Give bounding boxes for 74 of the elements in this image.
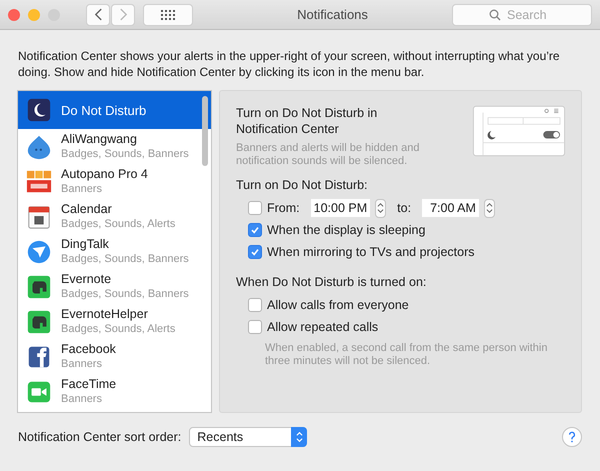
app-name: Facebook [61,342,116,356]
app-list-item[interactable]: Autopano Pro 4 Banners [18,164,211,199]
alert-types: Badges, Sounds, Banners [61,252,189,266]
window-title: Notifications [296,7,369,22]
blob-icon [26,134,52,160]
option-label: Allow repeated calls [267,320,378,334]
alert-types: Badges, Sounds, Alerts [61,216,176,232]
stepper[interactable] [375,198,386,218]
grid-icon [161,10,175,20]
up-down-arrows-icon [486,202,493,214]
alert-types: Badges, Sounds, Banners [61,286,189,302]
checkbox[interactable] [248,201,262,215]
alert-types: Badges, Sounds, Banners [61,146,189,162]
alert-types: Badges, Sounds, Alerts [61,322,176,336]
alert-types: Banners [61,182,103,196]
app-list-item[interactable]: Evernote Badges, Sounds, Banners [18,269,211,304]
option-label: From: [267,201,300,215]
section-label: Turn on Do Not Disturb: [236,178,369,192]
stepper[interactable] [484,198,495,218]
sort-order-dropdown[interactable]: Recents [189,427,308,447]
start-time-field[interactable]: 10:00 PM [310,199,370,217]
app-name: AliWangwang [61,132,138,146]
question-mark-icon [568,431,576,443]
checkbox[interactable] [248,320,262,334]
up-down-arrows-icon [296,431,303,443]
paper-plane-icon [26,238,52,264]
app-name: FaceTime [61,376,116,392]
option-label: When the display is sleeping [267,223,426,237]
option-label: to: [397,201,412,215]
calendar-icon [26,204,52,230]
search-field[interactable]: Search [452,4,592,26]
checkbox[interactable] [248,298,262,312]
checkmark-icon [250,247,260,257]
scrollbar[interactable] [202,96,208,166]
app-name: Autopano Pro 4 [61,166,148,182]
option-label: When mirroring to TVs and projectors [267,245,474,259]
back-button[interactable] [86,4,110,26]
show-all-button[interactable] [143,4,193,26]
search-icon [489,8,501,20]
app-name: Do Not Disturb [61,102,146,118]
section-heading: Turn on Do Not Disturb in Notification Center [236,105,378,137]
help-button[interactable] [562,427,582,447]
section-label: When Do Not Disturb is turned on: [236,275,428,289]
moon-icon [26,97,52,123]
minimize-button[interactable] [28,8,40,20]
description-text: Notification Center shows your alerts in the upper-right of your screen, without interrupting what you’re doing. Show and hide Notification Center by clicking its icon in the menu bar. [18,48,561,80]
app-name: EvernoteHelper [61,306,149,322]
app-name: DingTalk [61,236,110,252]
app-list-item[interactable]: DingTalk Badges, Sounds, Banners [18,234,211,269]
app-list-item[interactable]: FaceTime Banners [18,374,211,409]
hint-text: When enabled, a second call from the same person within three minutes will not be silenced. [264,342,548,368]
elephant-icon [26,274,52,300]
hint-text: Banners and alerts will be hidden and notification sounds will be silenced. [236,142,420,168]
chevron-left-icon [94,8,102,21]
chevron-right-icon [118,8,128,21]
checkbox[interactable] [248,245,262,259]
close-button[interactable] [8,8,20,20]
sort-order-label: Notification Center sort order: [18,430,182,444]
elephant-icon [26,308,52,334]
app-list-item[interactable]: Calendar Badges, Sounds, Alerts [18,199,211,234]
tiles-icon [26,168,52,194]
option-label: Allow calls from everyone [267,298,409,312]
checkmark-icon [250,225,260,235]
checkbox[interactable] [248,223,262,237]
up-down-arrows-icon [377,202,384,214]
app-list-item[interactable]: Facebook Banners [18,339,211,374]
alert-types: Banners [61,392,103,406]
app-name: Evernote [61,272,112,286]
alert-types: Banners [61,356,103,372]
app-list-item[interactable]: AliWangwang Badges, Sounds, Banners [18,129,211,164]
app-name: Calendar [61,202,113,216]
app-list-item[interactable]: EvernoteHelper Badges, Sounds, Alerts [18,304,211,339]
end-time-field[interactable]: 7:00 AM [422,199,479,217]
app-list-item[interactable]: Do Not Disturb [18,91,211,129]
